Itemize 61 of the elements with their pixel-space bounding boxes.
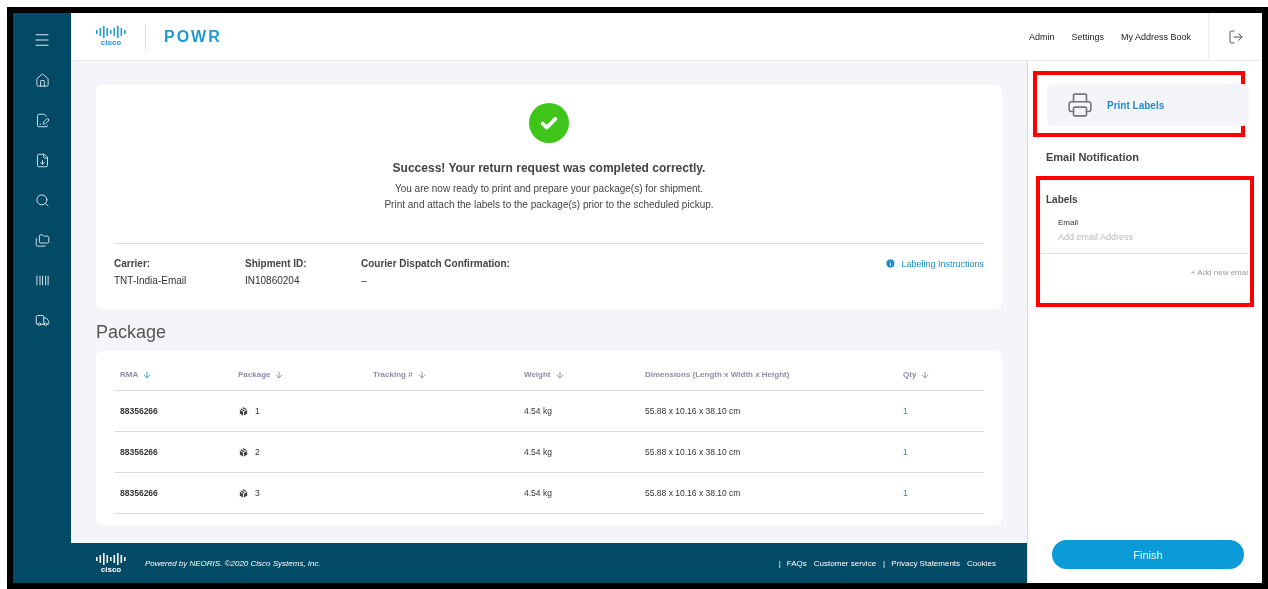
detail-label: Shipment ID:	[245, 258, 308, 269]
footer-logo: cisco	[100, 565, 122, 574]
info-icon	[885, 258, 897, 269]
table-cell-text: 1	[903, 406, 909, 416]
column-header[interactable]: Qty	[903, 370, 917, 379]
table-cell-text: 1	[903, 447, 909, 457]
detail-label: Carrier:	[114, 258, 152, 269]
box-icon	[238, 405, 249, 417]
separator: |	[778, 558, 781, 568]
footer-link[interactable]: Customer service	[813, 558, 877, 568]
panel-heading: Email Notification	[1046, 151, 1140, 163]
print-labels-button[interactable]: Print Labels	[1047, 84, 1249, 126]
add-email-link[interactable]: + Add new emai	[1190, 268, 1248, 277]
column-header[interactable]: Weight	[524, 370, 551, 379]
table-cell-text: 4.54 kg	[524, 447, 553, 457]
detail-value: –	[361, 275, 368, 286]
labeling-instructions-link[interactable]: Labeling Instructions	[901, 258, 984, 270]
table-cell: 3	[255, 488, 260, 498]
finish-button[interactable]: Finish	[1052, 540, 1244, 569]
table-cell-text: 88356266	[120, 406, 159, 416]
detail-value: IN10860204	[245, 275, 301, 286]
section-title: Package	[96, 322, 168, 343]
nav-link[interactable]: Admin	[1028, 31, 1055, 42]
table-cell-text: 88356266	[120, 447, 159, 457]
footer-link[interactable]: Cookies	[967, 558, 996, 568]
column-header: Dimensions (Length x Width x Height)	[645, 370, 790, 379]
printer-icon	[1067, 92, 1093, 118]
check-icon	[529, 103, 569, 143]
brand-logo: cisco	[100, 39, 122, 47]
success-title: Success! Your return request was completed correctly.	[392, 161, 706, 175]
column-header[interactable]: Tracking #	[373, 370, 413, 379]
detail-label: Courier Dispatch Confirmation:	[361, 258, 511, 269]
table-cell-text: 88356266	[120, 488, 159, 498]
success-message: You are now ready to print and prepare your package(s) for shipment.	[394, 183, 704, 194]
box-icon	[238, 487, 249, 499]
column-header[interactable]: RMA	[120, 370, 139, 379]
table-cell-text: 1	[903, 488, 909, 498]
success-message: Print and attach the labels to the package(s) prior to the scheduled pickup.	[384, 199, 714, 210]
separator: |	[883, 558, 886, 568]
nav-link[interactable]: Settings	[1071, 31, 1104, 42]
detail-value: TNT-India-Email	[114, 275, 188, 286]
logout-icon[interactable]	[1227, 28, 1244, 45]
cisco-logo-icon	[95, 26, 127, 38]
footer-link[interactable]: Privacy Statements	[891, 558, 961, 568]
box-icon	[238, 446, 249, 458]
table-cell-text: 55.88 x 10.16 x 38.10 cm	[645, 488, 742, 498]
nav-link[interactable]: My Address Book	[1120, 31, 1191, 42]
email-field[interactable]: Add email Address	[1058, 232, 1238, 242]
table-cell-text: 55.88 x 10.16 x 38.10 cm	[645, 447, 742, 457]
column-header[interactable]: Package	[238, 370, 271, 379]
table-cell: 1	[255, 406, 260, 416]
field-label: Email	[1058, 218, 1079, 227]
cisco-logo-icon	[95, 552, 127, 565]
table-cell-text: 4.54 kg	[524, 488, 553, 498]
labels-heading: Labels	[1046, 194, 1079, 205]
footer-link[interactable]: FAQs	[786, 558, 807, 568]
table-cell-text: 4.54 kg	[524, 406, 553, 416]
table-cell-text: 55.88 x 10.16 x 38.10 cm	[645, 406, 742, 416]
copyright-text: Powered by NEORIS. ©2020 Cisco Systems, Inc.	[145, 558, 322, 568]
app-logo: POWR	[164, 27, 222, 46]
table-cell: 2	[255, 447, 260, 457]
